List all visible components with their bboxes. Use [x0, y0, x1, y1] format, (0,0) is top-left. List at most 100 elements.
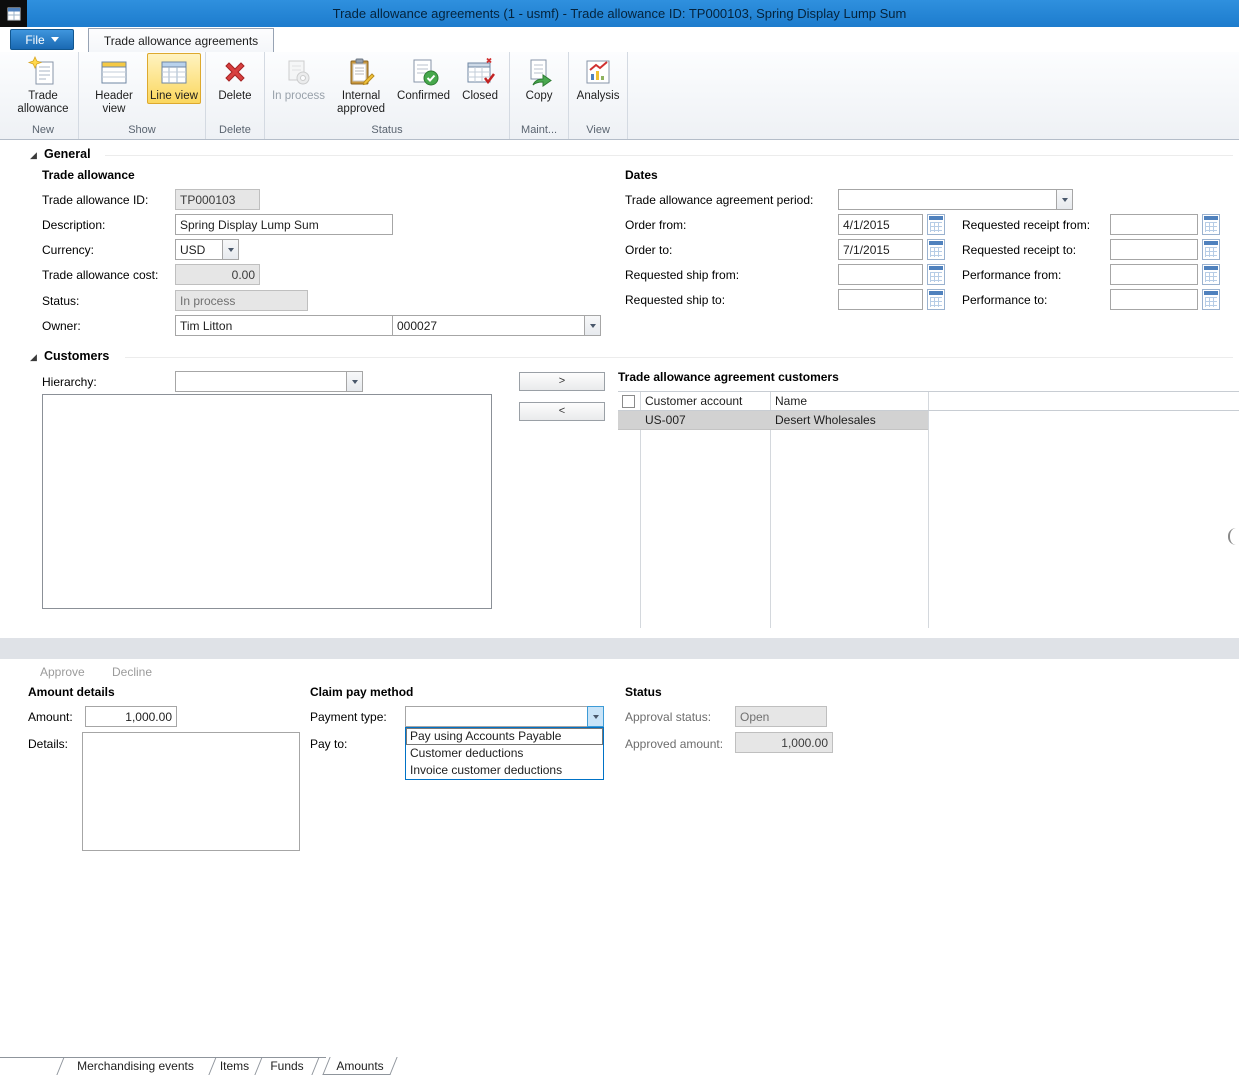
ribbon-group-label-delete: Delete [209, 124, 261, 139]
payment-option-customer-deductions[interactable]: Customer deductions [406, 745, 603, 762]
ribbon-tab-row: File Trade allowance agreements [0, 27, 1239, 52]
payment-type-input[interactable] [405, 706, 588, 727]
agreement-period-input[interactable] [838, 189, 1057, 210]
approved-amount-label: Approved amount: [625, 737, 723, 751]
header-view-icon [98, 56, 130, 88]
agreement-period-dropdown-button[interactable] [1056, 189, 1073, 210]
details-textarea[interactable] [82, 732, 300, 851]
grid-cell-name[interactable]: Desert Wholesales [770, 411, 928, 430]
requested-ship-from-calendar-button[interactable] [927, 264, 945, 285]
general-expander-icon[interactable]: ◢ [30, 150, 37, 161]
requested-receipt-to-input[interactable] [1110, 239, 1198, 260]
delete-label: Delete [218, 90, 251, 103]
internal-approved-label: Internal approved [333, 90, 389, 116]
ribbon-group-delete: Delete Delete [206, 52, 265, 139]
grid-header-customer-account[interactable]: Customer account [640, 392, 770, 410]
owner-dropdown-button[interactable] [584, 315, 601, 336]
tab-items[interactable]: Items [208, 1057, 259, 1075]
ribbon-group-label-show: Show [82, 124, 202, 139]
tab-funds[interactable]: Funds [254, 1057, 319, 1075]
grid-column-divider [928, 392, 929, 628]
payment-option-accounts-payable[interactable]: Pay using Accounts Payable [406, 728, 603, 745]
details-label: Details: [28, 737, 68, 751]
tab-amounts[interactable]: Amounts [322, 1057, 397, 1075]
owner-name-input[interactable] [175, 315, 393, 336]
amount-input[interactable] [85, 706, 177, 727]
currency-input[interactable] [175, 239, 223, 260]
payment-type-label: Payment type: [310, 710, 387, 724]
hierarchy-input[interactable] [175, 371, 347, 392]
requested-ship-to-input[interactable] [838, 289, 923, 310]
closed-icon [464, 56, 496, 88]
order-to-label: Order to: [625, 243, 672, 257]
order-to-calendar-button[interactable] [927, 239, 945, 260]
payment-option-invoice-customer-deductions[interactable]: Invoice customer deductions [406, 762, 603, 779]
general-section-header[interactable]: General [44, 147, 91, 161]
performance-to-input[interactable] [1110, 289, 1198, 310]
closed-button[interactable]: Closed [455, 53, 505, 104]
owner-code-input[interactable] [392, 315, 585, 336]
analysis-button[interactable]: Analysis [573, 53, 623, 104]
order-from-input[interactable] [838, 214, 923, 235]
approve-button[interactable]: Approve [40, 665, 85, 679]
payment-type-dropdown-button[interactable] [587, 706, 604, 727]
line-view-button[interactable]: Line view [147, 53, 201, 104]
delete-button[interactable]: Delete [210, 53, 260, 104]
approved-amount-input[interactable] [735, 732, 833, 753]
trade-allowance-new-button[interactable]: Trade allowance [12, 53, 74, 117]
ribbon-tab-trade-allowance-agreements[interactable]: Trade allowance agreements [88, 28, 274, 52]
requested-ship-to-calendar-button[interactable] [927, 289, 945, 310]
currency-dropdown-button[interactable] [222, 239, 239, 260]
pane-splitter[interactable] [0, 638, 1239, 659]
right-pane-collapse-handle[interactable] [1228, 528, 1236, 545]
performance-to-calendar-button[interactable] [1202, 289, 1220, 310]
order-to-input[interactable] [838, 239, 923, 260]
decline-button[interactable]: Decline [112, 665, 152, 679]
agreement-customers-grid-title: Trade allowance agreement customers [618, 370, 839, 384]
customers-section-header[interactable]: Customers [44, 349, 109, 363]
window-title: Trade allowance agreements (1 - usmf) - … [27, 6, 1212, 21]
analysis-label: Analysis [577, 90, 620, 103]
dates-subheading: Dates [625, 168, 658, 182]
confirmed-button[interactable]: Confirmed [394, 53, 453, 104]
trade-allowance-cost-input[interactable] [175, 264, 260, 285]
header-view-button[interactable]: Header view [83, 53, 145, 117]
requested-ship-from-input[interactable] [838, 264, 923, 285]
approval-status-input[interactable] [735, 706, 827, 727]
line-view-label: Line view [150, 90, 198, 103]
copy-button[interactable]: Copy [514, 53, 564, 104]
confirmed-label: Confirmed [397, 90, 450, 103]
internal-approved-button[interactable]: Internal approved [330, 53, 392, 117]
general-header-rule [105, 155, 1233, 156]
app-icon [0, 0, 27, 27]
performance-from-calendar-button[interactable] [1202, 264, 1220, 285]
claim-pay-method-heading: Claim pay method [310, 685, 413, 699]
closed-label: Closed [462, 90, 498, 103]
grid-select-all-checkbox[interactable] [622, 395, 635, 408]
move-right-button[interactable]: > [519, 372, 605, 391]
requested-receipt-from-input[interactable] [1110, 214, 1198, 235]
tab-merchandising-events[interactable]: Merchandising events [56, 1057, 213, 1075]
grid-cell-customer-account[interactable]: US-007 [640, 411, 770, 430]
status-input[interactable] [175, 290, 308, 311]
trade-allowance-id-input[interactable] [175, 189, 260, 210]
hierarchy-customer-listbox[interactable] [42, 394, 492, 609]
trade-allowance-cost-label: Trade allowance cost: [42, 268, 158, 282]
description-label: Description: [42, 218, 105, 232]
amount-label: Amount: [28, 710, 73, 724]
requested-receipt-from-calendar-button[interactable] [1202, 214, 1220, 235]
hierarchy-label: Hierarchy: [42, 375, 97, 389]
description-input[interactable] [175, 214, 393, 235]
requested-receipt-to-label: Requested receipt to: [962, 243, 1076, 257]
status-heading: Status [625, 685, 662, 699]
performance-from-input[interactable] [1110, 264, 1198, 285]
file-menu-button[interactable]: File [10, 29, 74, 50]
requested-receipt-to-calendar-button[interactable] [1202, 239, 1220, 260]
move-left-button[interactable]: < [519, 402, 605, 421]
performance-from-label: Performance from: [962, 268, 1061, 282]
customers-header-rule [125, 357, 1233, 358]
hierarchy-dropdown-button[interactable] [346, 371, 363, 392]
customers-expander-icon[interactable]: ◢ [30, 352, 37, 363]
order-from-calendar-button[interactable] [927, 214, 945, 235]
grid-header-name[interactable]: Name [770, 392, 928, 410]
